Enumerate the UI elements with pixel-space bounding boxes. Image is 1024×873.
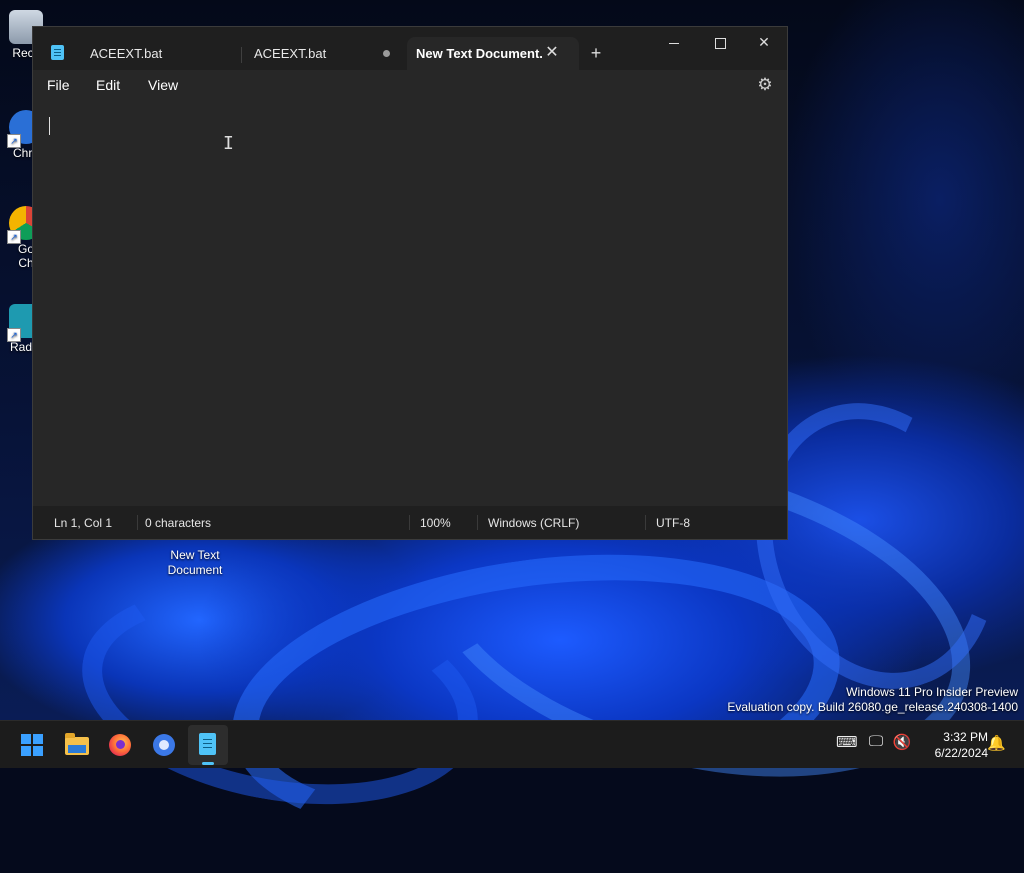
active-app-indicator [202,762,214,765]
volume-muted-icon[interactable]: 🔇 [892,733,912,751]
keyboard-icon[interactable]: ⌨ [836,733,858,751]
start-button[interactable] [12,725,52,765]
notepad-icon [51,45,64,60]
maximize-button[interactable] [697,27,743,57]
text-editor[interactable]: I [33,100,787,506]
close-tab-icon[interactable]: ✕ [542,43,562,63]
status-character-count: 0 characters [145,516,212,530]
shortcut-arrow-icon: ↗ [7,134,21,148]
windows-watermark: Windows 11 Pro Insider Preview Evaluatio… [727,685,1018,715]
notepad-window: ACEEXT.bat ACEEXT.bat New Text Document.… [32,26,788,540]
close-icon: ✕ [758,34,770,50]
network-icon[interactable]: 🖵 [866,733,886,750]
close-window-button[interactable]: ✕ [741,27,787,57]
menu-file[interactable]: File [47,77,70,93]
ibeam-cursor-icon: I [223,133,234,154]
taskbar: ⌨ 🖵 🔇 3:32 PM 6/22/2024 🔔 [0,720,1024,768]
title-bar[interactable]: ACEEXT.bat ACEEXT.bat New Text Document.… [33,27,787,70]
gear-icon[interactable]: ⚙ [755,75,775,95]
taskbar-chrome[interactable] [144,725,184,765]
minimize-button[interactable] [651,27,697,57]
desktop-icon-label: New Text Document [167,548,223,577]
taskbar-notepad[interactable] [188,725,228,765]
status-line-ending[interactable]: Windows (CRLF) [488,516,579,530]
tab-aceext-bat-2[interactable]: ACEEXT.bat [241,37,418,70]
chrome-icon [153,734,175,756]
menu-edit[interactable]: Edit [96,77,120,93]
watermark-line-2: Evaluation copy. Build 26080.ge_release.… [727,700,1018,714]
shortcut-arrow-icon: ↗ [7,230,21,244]
taskbar-file-explorer[interactable] [56,725,96,765]
maximize-icon [714,37,726,49]
status-cursor-position: Ln 1, Col 1 [54,516,113,530]
menu-bar: File Edit View ⚙ [33,70,787,100]
text-caret [49,117,50,135]
tab-label: ACEEXT.bat [254,46,327,61]
status-zoom[interactable]: 100% [420,516,451,530]
unsaved-dot-icon [383,50,390,57]
status-encoding[interactable]: UTF-8 [656,516,690,530]
status-separator [645,515,646,530]
status-separator [409,515,410,530]
tab-label: New Text Document. [416,46,543,61]
tab-aceext-bat-1[interactable]: ACEEXT.bat [77,37,254,70]
folder-icon [65,733,89,755]
menu-view[interactable]: View [148,77,178,93]
windows-logo-icon [21,734,43,756]
notepad-icon [199,733,216,755]
taskbar-clock[interactable]: 3:32 PM 6/22/2024 [918,729,988,761]
watermark-line-1: Windows 11 Pro Insider Preview [846,685,1018,699]
new-tab-button[interactable]: + [585,42,607,64]
firefox-icon [109,734,131,756]
status-bar: Ln 1, Col 1 0 characters 100% Windows (C… [33,506,787,539]
status-separator [137,515,138,530]
minimize-icon [669,42,679,44]
tab-label: ACEEXT.bat [90,46,163,61]
status-separator [477,515,478,530]
shortcut-arrow-icon: ↗ [7,328,21,342]
clock-date: 6/22/2024 [934,746,988,760]
taskbar-firefox[interactable] [100,725,140,765]
notification-bell-icon[interactable]: 🔔 [987,734,1006,752]
clock-time: 3:32 PM [943,730,988,744]
desktop-icon-new-text-document[interactable]: New Text Document [160,548,230,578]
